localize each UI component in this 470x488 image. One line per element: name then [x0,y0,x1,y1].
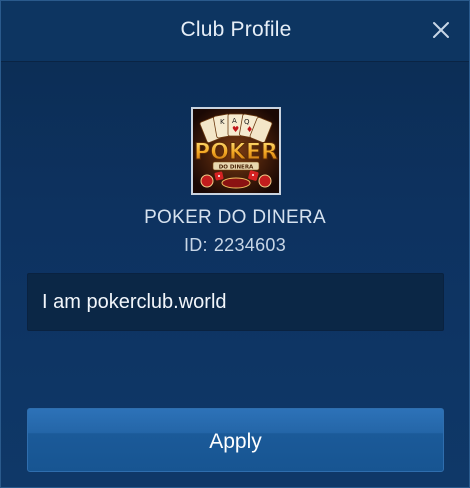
close-button[interactable] [429,18,453,42]
club-description: I am pokerclub.world [42,291,227,313]
close-icon [433,22,449,38]
svg-text:♥: ♥ [232,125,239,134]
svg-text:POKER: POKER [194,140,278,165]
club-id: ID: 2234603 [1,235,469,256]
poker-club-logo: A K Q ♥ ♦ POKER DO DINERA [193,109,279,193]
svg-text:♦: ♦ [246,125,253,134]
club-logo: A K Q ♥ ♦ POKER DO DINERA [191,107,281,195]
svg-text:DO DINERA: DO DINERA [219,165,254,171]
club-id-value: 2234603 [213,235,287,255]
dialog-header: Club Profile [1,1,469,62]
svg-text:K: K [220,118,225,126]
svg-text:A: A [232,117,237,125]
club-id-label: ID: [183,235,208,255]
club-description-box: I am pokerclub.world [27,273,444,331]
club-profile-dialog: Club Profile A K Q ♥ ♦ POKER DO DINERA P… [0,0,470,488]
apply-button-label: Apply [209,430,262,453]
apply-button[interactable]: Apply [27,408,444,472]
club-name: POKER DO DINERA [144,207,326,228]
dialog-title: Club Profile [180,18,292,41]
